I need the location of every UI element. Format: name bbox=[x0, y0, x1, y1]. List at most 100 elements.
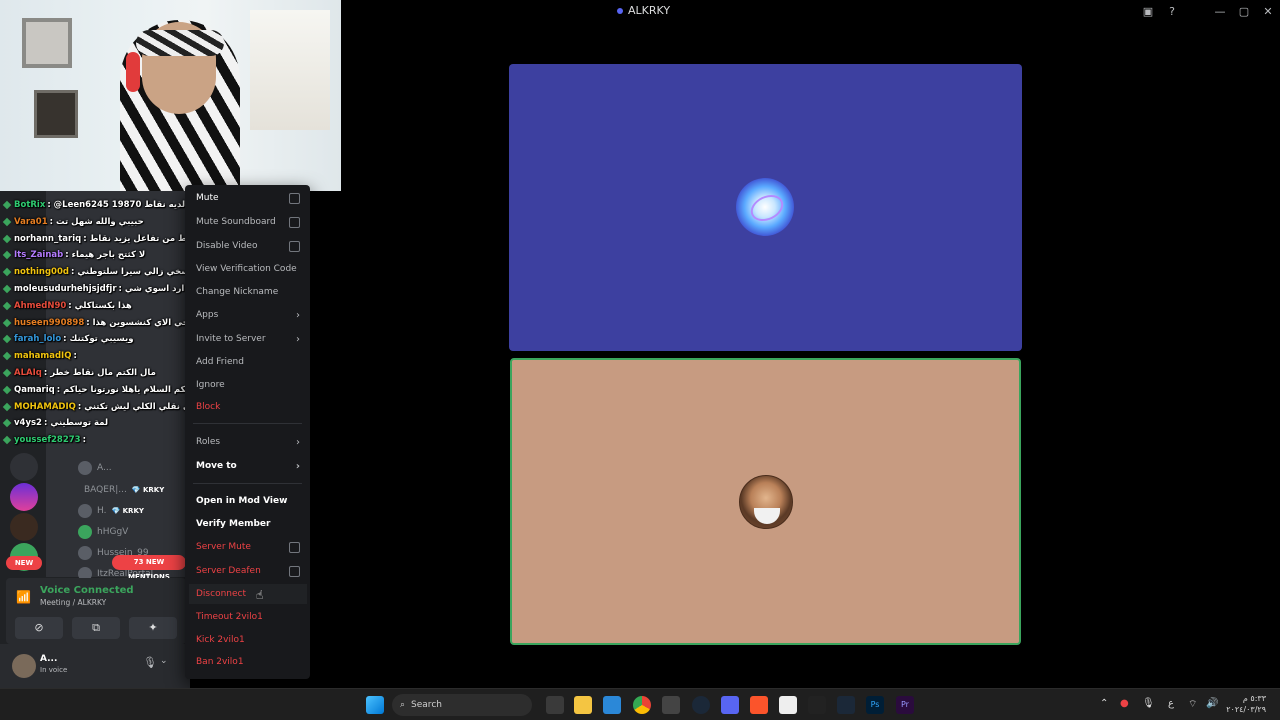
menu-roles[interactable]: Roles › bbox=[196, 434, 300, 450]
divider bbox=[193, 483, 302, 484]
search-box[interactable]: ⌕ Search bbox=[392, 694, 532, 716]
chevron-up-icon[interactable]: ⌃ bbox=[1100, 698, 1108, 709]
badge-icon bbox=[2, 351, 12, 361]
menu-mute[interactable]: Mute bbox=[196, 190, 300, 206]
menu-server-deafen[interactable]: Server Deafen bbox=[196, 563, 300, 579]
avatar bbox=[78, 546, 92, 560]
camera-off-icon[interactable]: ⊘ bbox=[15, 617, 63, 639]
menu-disable-video[interactable]: Disable Video bbox=[196, 238, 300, 254]
language-indicator[interactable]: ع bbox=[1168, 698, 1174, 709]
server-icon[interactable] bbox=[10, 453, 38, 481]
member-row[interactable]: BAQER|... 💎 KRKY bbox=[84, 483, 164, 497]
menu-move-to[interactable]: Move to › bbox=[196, 458, 300, 474]
steam-icon[interactable] bbox=[837, 696, 855, 714]
menu-block[interactable]: Block bbox=[196, 399, 300, 415]
chat-username: BotRix bbox=[14, 200, 46, 210]
minimize-button[interactable]: — bbox=[1208, 5, 1232, 18]
chevron-down-icon[interactable]: ⌄ bbox=[160, 656, 168, 666]
menu-mute-soundboard[interactable]: Mute Soundboard bbox=[196, 214, 300, 230]
help-icon[interactable]: ? bbox=[1160, 5, 1184, 18]
brave-icon[interactable] bbox=[750, 696, 768, 714]
chevron-right-icon: › bbox=[296, 333, 300, 345]
video-tile-bottom-speaking[interactable] bbox=[510, 358, 1021, 645]
menu-view-verification-code[interactable]: View Verification Code bbox=[196, 261, 300, 277]
user-avatar-face bbox=[739, 475, 793, 529]
menu-ban[interactable]: Ban 2vilo1 bbox=[196, 654, 300, 670]
new-mentions-badge[interactable]: 73 NEW MENTIONS bbox=[112, 555, 186, 581]
server-icon[interactable] bbox=[10, 483, 38, 511]
chat-message: : مال الكتم مال نقاط خطر bbox=[43, 368, 156, 378]
chat-line: AhmedN90 : هذا بكستاكلي bbox=[2, 299, 132, 313]
app-icon[interactable] bbox=[662, 696, 680, 714]
premiere-icon[interactable]: Pr bbox=[896, 696, 914, 714]
chat-username: Qamariq bbox=[14, 384, 55, 395]
steam-icon[interactable] bbox=[692, 696, 710, 714]
chat-line: Vara01 : حبيبي والله شهل تت bbox=[2, 215, 144, 229]
wifi-icon[interactable]: ⌔ bbox=[1188, 698, 1197, 711]
store-icon[interactable] bbox=[603, 696, 621, 714]
chat-username: huseen990898 bbox=[14, 317, 85, 328]
badge-icon bbox=[2, 200, 12, 210]
chat-message: : حبيبي والله شهل تت bbox=[49, 216, 144, 227]
app-icon[interactable] bbox=[779, 696, 797, 714]
video-tile-top[interactable] bbox=[509, 64, 1022, 351]
badge-icon bbox=[2, 318, 12, 327]
activities-icon[interactable]: ✦ bbox=[129, 617, 177, 639]
member-row[interactable]: hHGgV bbox=[78, 525, 128, 539]
checkbox[interactable] bbox=[289, 216, 300, 228]
chat-username: moleusudurhehjsjdfjr bbox=[14, 284, 117, 294]
file-explorer-icon[interactable] bbox=[574, 696, 592, 714]
badge-icon bbox=[2, 267, 12, 277]
badge-icon bbox=[2, 435, 12, 445]
menu-add-friend[interactable]: Add Friend bbox=[196, 354, 300, 370]
voice-location[interactable]: Meeting / ALKRKY bbox=[40, 598, 106, 607]
window-title: ALKRKY bbox=[617, 4, 670, 17]
menu-disconnect[interactable]: Disconnect bbox=[189, 584, 307, 604]
member-row[interactable]: H. 💎 KRKY bbox=[78, 504, 144, 518]
screen-share-icon[interactable]: ⧉ bbox=[72, 617, 120, 639]
signal-icon: 📶 bbox=[16, 590, 31, 604]
menu-server-mute[interactable]: Server Mute bbox=[196, 539, 300, 555]
inbox-icon[interactable]: ▣ bbox=[1136, 5, 1160, 18]
chat-line: BotRix : @Leen6245 19870 لديه نقاط bbox=[2, 198, 185, 212]
avatar bbox=[78, 461, 92, 475]
checkbox[interactable] bbox=[289, 565, 300, 577]
menu-invite-to-server[interactable]: Invite to Server › bbox=[196, 331, 300, 347]
voice-status[interactable]: Voice Connected bbox=[40, 585, 134, 596]
avatar[interactable] bbox=[12, 654, 36, 678]
microphone-icon[interactable]: 🎙 bbox=[1142, 698, 1155, 709]
maximize-button[interactable]: ▢ bbox=[1232, 5, 1256, 18]
chat-username: MOHAMADIQ bbox=[14, 401, 76, 412]
checkbox[interactable] bbox=[289, 541, 300, 553]
checkbox[interactable] bbox=[289, 192, 300, 204]
menu-apps[interactable]: Apps › bbox=[196, 307, 300, 323]
server-icon[interactable] bbox=[10, 513, 38, 541]
chat-username: v4ys2 bbox=[14, 418, 42, 429]
tray-app-icon[interactable]: ● bbox=[1120, 698, 1129, 709]
menu-timeout[interactable]: Timeout 2vilo1 bbox=[196, 609, 300, 625]
menu-kick[interactable]: Kick 2vilo1 bbox=[196, 632, 300, 648]
menu-open-in-mod-view[interactable]: Open in Mod View bbox=[196, 493, 300, 509]
new-badge[interactable]: NEW bbox=[6, 556, 42, 570]
discord-icon[interactable] bbox=[721, 696, 739, 714]
chat-line: MOHAMADIQ : شقهاي نقلي الكلي ليش تكتني bbox=[2, 400, 214, 414]
capcut-icon[interactable] bbox=[808, 696, 826, 714]
clock[interactable]: ٥:٣٣ م ٢٠٢٤/٠٣/٢٩ bbox=[1226, 693, 1266, 715]
chat-username: ALAIq bbox=[14, 368, 42, 378]
chrome-icon[interactable] bbox=[633, 696, 651, 714]
menu-change-nickname[interactable]: Change Nickname bbox=[196, 284, 300, 300]
member-row[interactable]: A... bbox=[78, 461, 112, 475]
menu-verify-member[interactable]: Verify Member bbox=[196, 516, 300, 532]
volume-icon[interactable]: 🔊 bbox=[1206, 698, 1218, 709]
checkbox[interactable] bbox=[289, 240, 300, 252]
photoshop-icon[interactable]: Ps bbox=[866, 696, 884, 714]
microphone-icon[interactable]: 🎙 bbox=[143, 656, 157, 669]
menu-ignore[interactable]: Ignore bbox=[196, 377, 300, 393]
chat-username: youssef28273 bbox=[14, 435, 81, 446]
chat-username: mahamadIQ bbox=[14, 351, 72, 362]
user-avatar-orb bbox=[736, 178, 794, 236]
close-button[interactable]: ✕ bbox=[1256, 5, 1280, 18]
start-icon[interactable] bbox=[366, 696, 384, 714]
task-view-icon[interactable] bbox=[546, 696, 564, 714]
chat-message: : bbox=[82, 435, 86, 446]
